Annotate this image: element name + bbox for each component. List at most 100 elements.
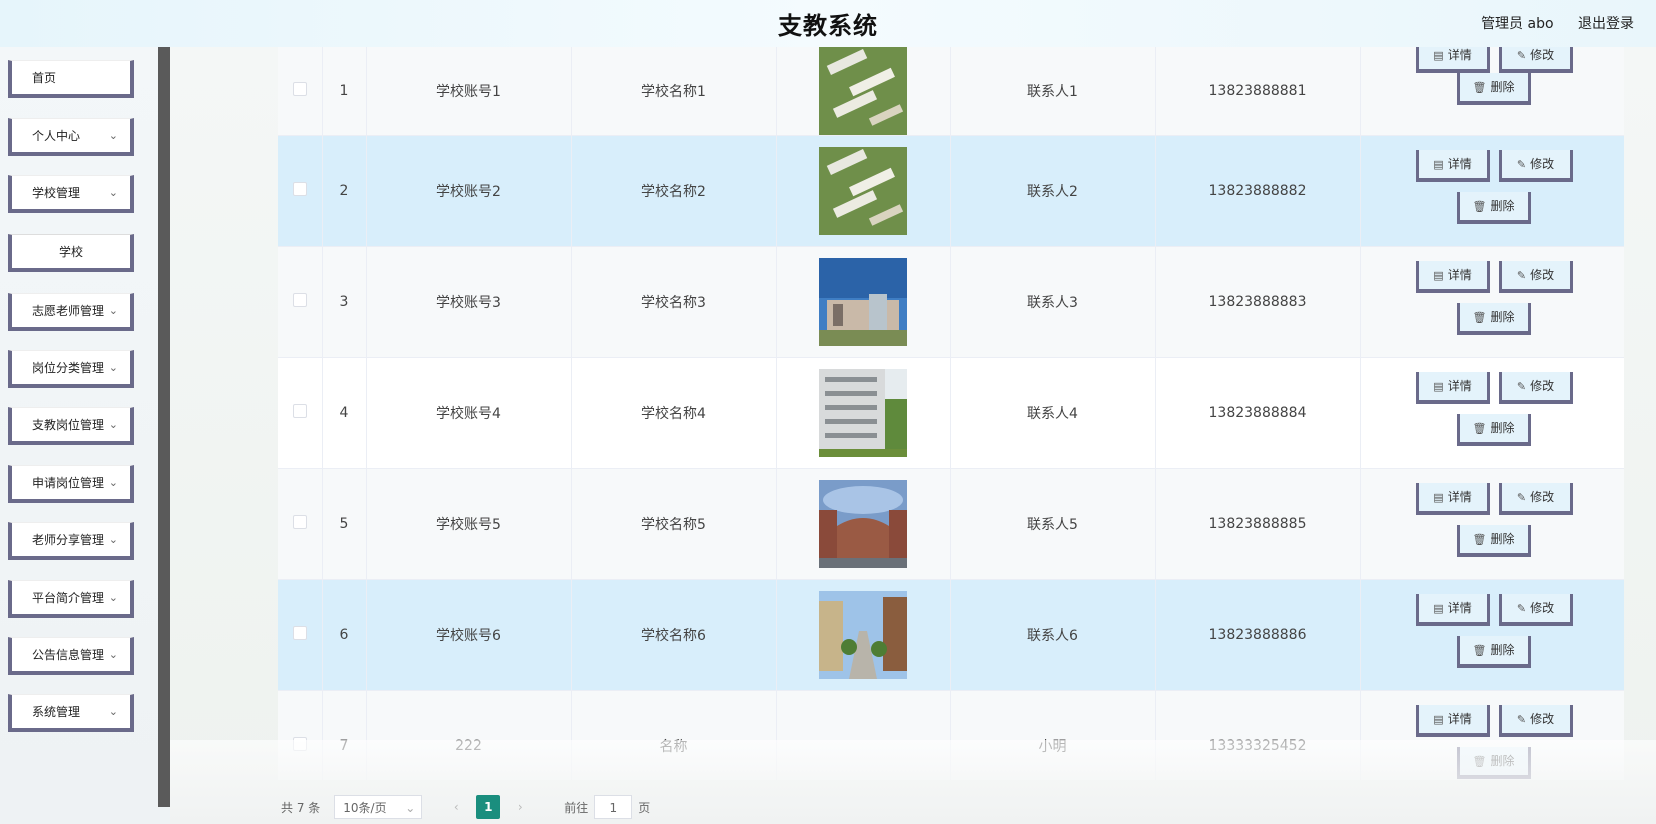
document-icon: ▤ — [1433, 158, 1444, 171]
page-size-value: 10条/页 — [343, 801, 387, 815]
sidebar-item[interactable]: 学校管理 ⌄ — [8, 175, 134, 213]
detail-button[interactable]: ▤ 详情 — [1415, 261, 1490, 293]
trash-icon: 🗑 — [1472, 533, 1487, 546]
sidebar-item-label: 平台简介管理 — [32, 591, 105, 605]
edit-button[interactable]: ✎ 修改 — [1498, 372, 1573, 404]
contact-cell: 联系人6 — [950, 579, 1156, 691]
edit-button[interactable]: ✎ 修改 — [1498, 47, 1573, 73]
detail-button[interactable]: ▤ 详情 — [1415, 594, 1490, 626]
sidebar-item[interactable]: 申请岗位管理 ⌄ — [8, 465, 134, 503]
delete-button[interactable]: 🗑删除 — [1456, 73, 1531, 105]
sidebar-item[interactable]: 公告信息管理 ⌄ — [8, 637, 134, 675]
sidebar-item[interactable]: 志愿老师管理 ⌄ — [8, 293, 134, 331]
sidebar-item-label: 个人中心 — [32, 129, 81, 143]
row-checkbox-cell — [278, 246, 323, 358]
table-row[interactable]: 5 学校账号5 学校名称5 联系人5 13823888885 ▤ 详情 ✎ 修改 🗑 删除 — [278, 468, 1624, 580]
detail-button[interactable]: ▤ 详情 — [1415, 705, 1490, 737]
page-number-current[interactable]: 1 — [476, 795, 501, 819]
detail-label: 详情 — [1447, 601, 1472, 615]
school-image[interactable] — [819, 258, 907, 346]
edit-button[interactable]: ✎ 修改 — [1498, 261, 1573, 293]
sidebar-item[interactable]: 系统管理 ⌄ — [8, 694, 134, 732]
page-size-select[interactable]: 10条/页 ⌄ — [334, 795, 423, 819]
school-name-cell: 学校名称6 — [571, 579, 777, 691]
row-checkbox[interactable] — [292, 626, 307, 640]
sidebar-scrollbar[interactable] — [158, 47, 170, 807]
row-checkbox-cell — [278, 579, 323, 691]
delete-button[interactable]: 🗑删除 — [1456, 192, 1531, 224]
row-checkbox[interactable] — [292, 515, 307, 529]
image-cell — [776, 135, 951, 247]
sidebar-item[interactable]: 个人中心 ⌄ — [8, 118, 134, 156]
index-cell: 1 — [322, 47, 367, 136]
table-row[interactable]: 4 学校账号4 学校名称4 联系人4 13823888884 ▤ 详情 ✎ 修改 🗑 删除 — [278, 357, 1624, 469]
next-page-button[interactable]: › — [508, 795, 532, 819]
school-name-cell: 学校名称4 — [571, 357, 777, 469]
edit-label: 修改 — [1530, 712, 1555, 726]
index-cell: 4 — [322, 357, 367, 469]
sidebar-item[interactable]: 岗位分类管理 ⌄ — [8, 350, 134, 388]
goto-prefix: 前往 — [564, 800, 589, 815]
detail-button[interactable]: ▤ 详情 — [1415, 372, 1490, 404]
image-cell — [776, 468, 951, 580]
table-row[interactable]: 1 学校账号1 学校名称1 联系人1 13823888881 ▤ 详情 ✎ 修改 🗑 删除 — [278, 47, 1624, 136]
row-checkbox-cell — [278, 468, 323, 580]
detail-label: 详情 — [1447, 157, 1472, 171]
delete-button[interactable]: 🗑删除 — [1456, 303, 1531, 335]
detail-button[interactable]: ▤ 详情 — [1415, 150, 1490, 182]
row-checkbox[interactable] — [292, 182, 307, 196]
school-image[interactable] — [819, 47, 907, 135]
goto-page-input[interactable]: 1 — [594, 795, 633, 819]
table-row[interactable]: 3 学校账号3 学校名称3 联系人3 13823888883 ▤ 详情 ✎ 修改 🗑 删除 — [278, 246, 1624, 358]
pagination: 共 7 条 10条/页 ⌄ ‹ 1 › 前往 1 页 — [281, 794, 650, 820]
edit-button[interactable]: ✎ 修改 — [1498, 705, 1573, 737]
school-image[interactable] — [819, 591, 907, 679]
school-image[interactable] — [819, 147, 907, 235]
school-image[interactable] — [819, 480, 907, 568]
sidebar-item[interactable]: 首页 — [8, 60, 134, 98]
logout-link[interactable]: 退出登录 — [1578, 16, 1634, 32]
phone-cell: 13823888885 — [1155, 468, 1361, 580]
sidebar-item[interactable]: 平台简介管理 ⌄ — [8, 580, 134, 618]
delete-label: 删除 — [1490, 643, 1515, 657]
row-checkbox[interactable] — [292, 404, 307, 418]
edit-button[interactable]: ✎ 修改 — [1498, 150, 1573, 182]
operations-cell: ▤详情✎修改🗑删除 — [1360, 246, 1624, 358]
chevron-down-icon: ⌄ — [108, 418, 118, 431]
delete-button[interactable]: 🗑删除 — [1456, 414, 1531, 446]
row-checkbox[interactable] — [292, 82, 307, 96]
index-cell: 2 — [322, 135, 367, 247]
row-checkbox-cell — [278, 47, 323, 136]
detail-button[interactable]: ▤ 详情 — [1415, 483, 1490, 515]
detail-button[interactable]: ▤ 详情 — [1415, 47, 1490, 73]
sidebar-item[interactable]: 支教岗位管理 ⌄ — [8, 407, 134, 445]
sidebar-item-label: 申请岗位管理 — [32, 476, 105, 490]
row-checkbox[interactable] — [292, 293, 307, 307]
phone-cell: 13823888884 — [1155, 357, 1361, 469]
image-cell — [776, 579, 951, 691]
edit-icon: ✎ — [1516, 269, 1527, 282]
edit-button[interactable]: ✎ 修改 — [1498, 594, 1573, 626]
sidebar-item[interactable]: 老师分享管理 ⌄ — [8, 522, 134, 560]
school-name-cell: 学校名称3 — [571, 246, 777, 358]
chevron-down-icon: ⌄ — [108, 476, 118, 489]
delete-label: 删除 — [1490, 80, 1515, 94]
sidebar-item-label: 学校管理 — [32, 186, 81, 200]
delete-button[interactable]: 🗑删除 — [1456, 525, 1531, 557]
edit-button[interactable]: ✎ 修改 — [1498, 483, 1573, 515]
school-image[interactable] — [819, 369, 907, 457]
edit-label: 修改 — [1530, 157, 1555, 171]
app-title: 支教系统 — [778, 12, 878, 40]
school-name-cell: 学校名称1 — [571, 47, 777, 136]
edit-icon: ✎ — [1516, 602, 1527, 615]
sidebar-item[interactable]: 学校 — [8, 234, 134, 272]
edit-label: 修改 — [1530, 268, 1555, 282]
chevron-down-icon: ⌄ — [108, 361, 118, 374]
chevron-down-icon: ⌄ — [108, 129, 118, 142]
trash-icon: 🗑 — [1472, 81, 1487, 94]
table-row[interactable]: 2 学校账号2 学校名称2 联系人2 13823888882 ▤ 详情 ✎ 修改 🗑 删除 — [278, 135, 1624, 247]
operations-cell: ▤详情✎修改 🗑删除 — [1360, 357, 1624, 469]
prev-page-button[interactable]: ‹ — [444, 795, 468, 819]
delete-button[interactable]: 🗑删除 — [1456, 636, 1531, 668]
table-row[interactable]: 6 学校账号6 学校名称6 联系人6 13823888886 ▤ 详情 ✎ 修改 🗑 删除 — [278, 579, 1624, 691]
